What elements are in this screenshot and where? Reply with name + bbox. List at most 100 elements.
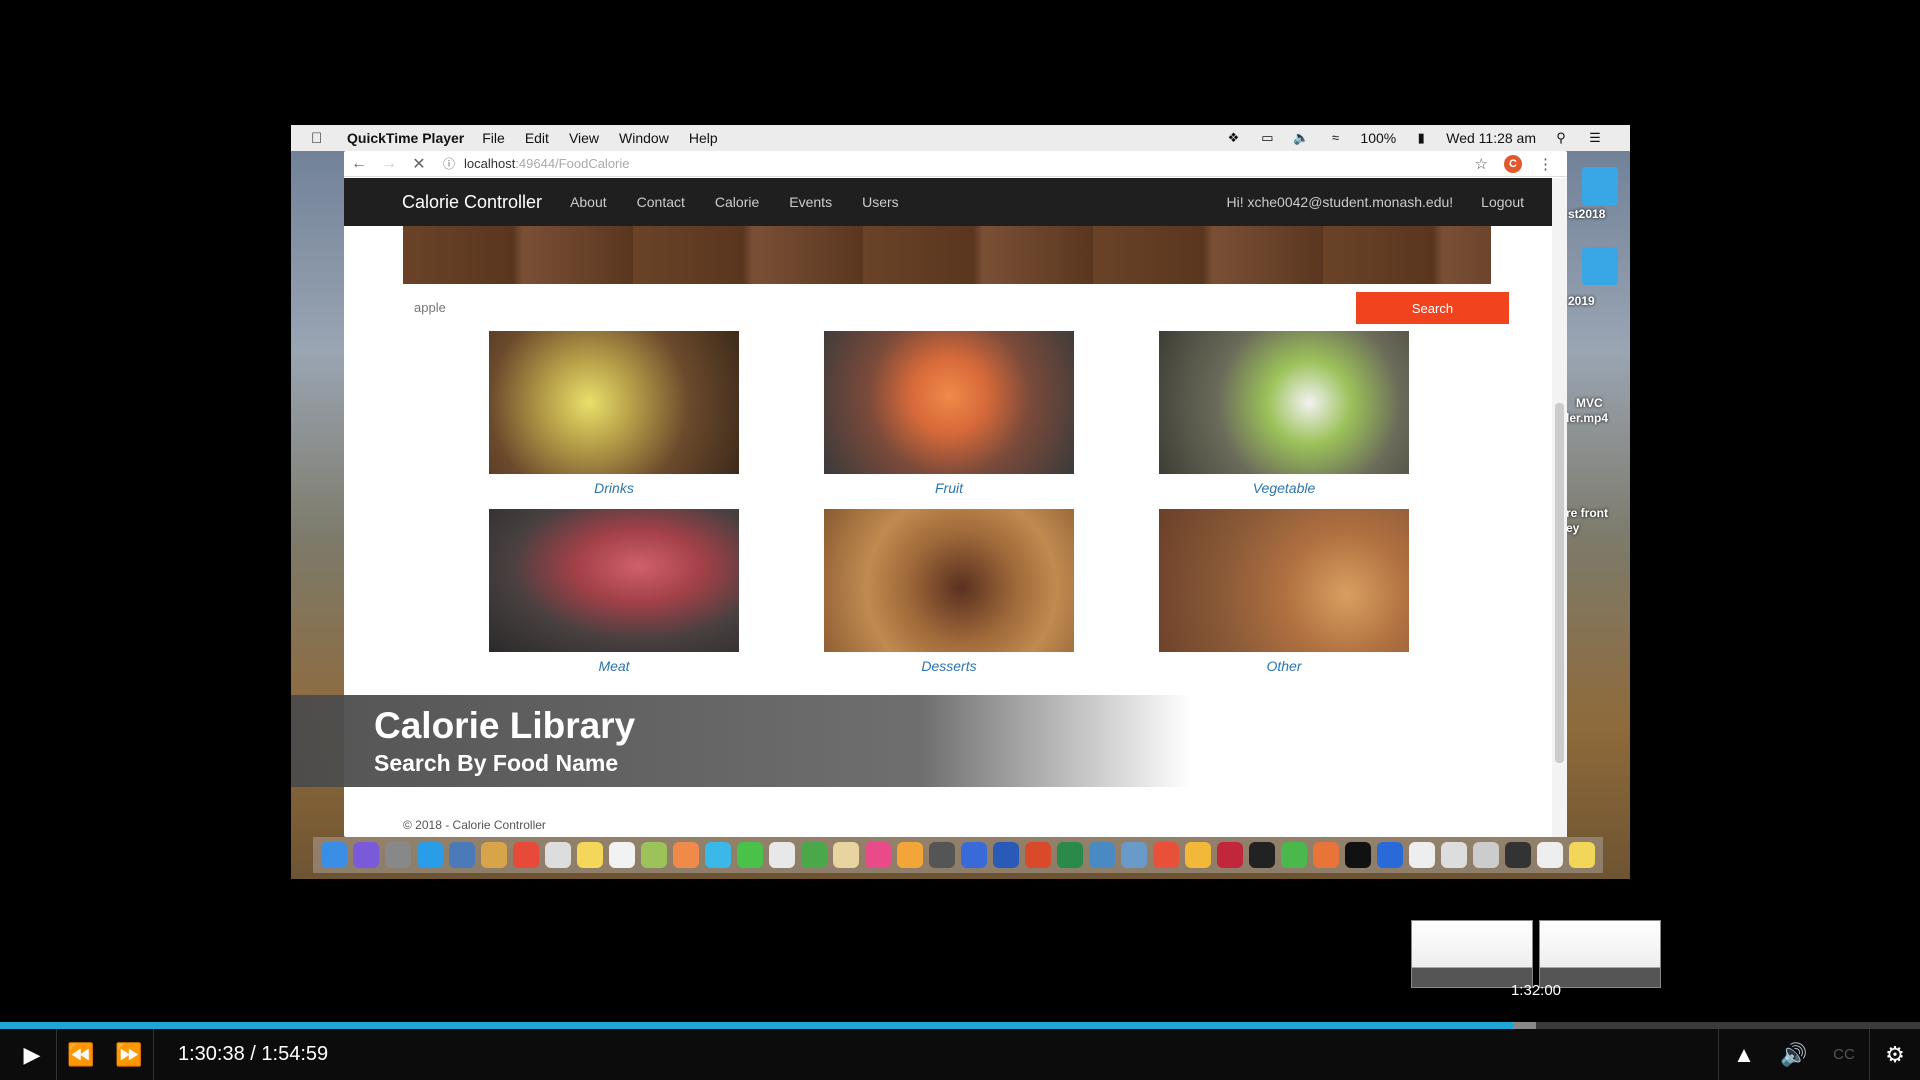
folder-icon[interactable] <box>1582 247 1618 285</box>
vegetable-image[interactable] <box>1159 331 1409 474</box>
dock-app-icon[interactable] <box>769 842 795 868</box>
play-icon[interactable]: ▶ <box>8 1042 56 1068</box>
category-label[interactable]: Drinks <box>489 480 739 496</box>
app-name[interactable]: QuickTime Player <box>347 130 464 146</box>
stop-icon[interactable]: ✕ <box>404 154 434 174</box>
page-scrollbar[interactable] <box>1552 178 1567 837</box>
dock-app-icon[interactable] <box>1153 842 1179 868</box>
menu-help[interactable]: Help <box>689 130 718 146</box>
dock-app-icon[interactable] <box>1473 842 1499 868</box>
dock-app-icon[interactable] <box>449 842 475 868</box>
volume-icon[interactable]: 🔊 <box>1769 1042 1819 1068</box>
back-icon[interactable]: ← <box>344 155 374 173</box>
dock-app-icon[interactable] <box>1089 842 1115 868</box>
dock-app-icon[interactable] <box>1377 842 1403 868</box>
menu-view[interactable]: View <box>569 130 599 146</box>
search-button[interactable]: Search <box>1356 292 1509 324</box>
menubar-clock[interactable]: Wed 11:28 am <box>1446 130 1536 146</box>
bookmark-star-icon[interactable]: ☆ <box>1475 155 1488 173</box>
nav-contact[interactable]: Contact <box>637 194 685 210</box>
dock-app-icon[interactable] <box>833 842 859 868</box>
dock-app-icon[interactable] <box>1313 842 1339 868</box>
dock-app-icon[interactable] <box>673 842 699 868</box>
dock-app-icon[interactable] <box>865 842 891 868</box>
dock-app-icon[interactable] <box>609 842 635 868</box>
settings-gear-icon[interactable]: ⚙ <box>1870 1042 1920 1068</box>
airplay-icon[interactable]: ▭ <box>1258 131 1276 145</box>
wifi-icon[interactable]: ≈ <box>1326 131 1344 145</box>
dock-app-icon[interactable] <box>705 842 731 868</box>
category-label[interactable]: Meat <box>489 658 739 674</box>
fruit-image[interactable] <box>824 331 1074 474</box>
menu-window[interactable]: Window <box>619 130 669 146</box>
dock-app-icon[interactable] <box>417 842 443 868</box>
rewind-icon[interactable]: ⏪ <box>57 1042 105 1068</box>
dock-app-icon[interactable] <box>1025 842 1051 868</box>
dock-app-icon[interactable] <box>577 842 603 868</box>
dock-app-icon[interactable] <box>513 842 539 868</box>
dock-app-icon[interactable] <box>993 842 1019 868</box>
food-search-input[interactable] <box>404 295 784 319</box>
dock-app-icon[interactable] <box>897 842 923 868</box>
dock-app-icon[interactable] <box>1281 842 1307 868</box>
dock-app-icon[interactable] <box>1057 842 1083 868</box>
folder-icon[interactable] <box>1582 167 1618 205</box>
dock-app-icon[interactable] <box>929 842 955 868</box>
browser-menu-icon[interactable]: ⋮ <box>1538 155 1553 173</box>
dock-app-icon[interactable] <box>1409 842 1435 868</box>
spotlight-search-icon[interactable]: ⚲ <box>1552 131 1570 145</box>
dock-app-icon[interactable] <box>737 842 763 868</box>
category-vegetable[interactable]: Vegetable <box>1159 331 1409 496</box>
fast-forward-icon[interactable]: ⏩ <box>105 1042 153 1068</box>
info-icon[interactable]: ⓘ <box>434 155 464 172</box>
desserts-image[interactable] <box>824 509 1074 652</box>
dock-app-icon[interactable] <box>353 842 379 868</box>
category-fruit[interactable]: Fruit <box>824 331 1074 496</box>
nav-users[interactable]: Users <box>862 194 899 210</box>
dropbox-icon[interactable]: ❖ <box>1224 131 1242 145</box>
captions-button[interactable]: CC <box>1819 1046 1869 1063</box>
other-image[interactable] <box>1159 509 1409 652</box>
category-label[interactable]: Vegetable <box>1159 480 1409 496</box>
dock-app-icon[interactable] <box>1505 842 1531 868</box>
dock-app-icon[interactable] <box>481 842 507 868</box>
dock-app-icon[interactable] <box>1185 842 1211 868</box>
nav-calorie[interactable]: Calorie <box>715 194 759 210</box>
dock-app-icon[interactable] <box>641 842 667 868</box>
dock-app-icon[interactable] <box>1121 842 1147 868</box>
dock-app-icon[interactable] <box>1441 842 1467 868</box>
volume-icon[interactable]: 🔈 <box>1292 131 1310 145</box>
site-brand[interactable]: Calorie Controller <box>402 192 542 213</box>
category-desserts[interactable]: Desserts <box>824 509 1074 674</box>
category-label[interactable]: Other <box>1159 658 1409 674</box>
dock-app-icon[interactable] <box>961 842 987 868</box>
dock-app-icon[interactable] <box>801 842 827 868</box>
nav-events[interactable]: Events <box>789 194 832 210</box>
menu-file[interactable]: File <box>482 130 505 146</box>
user-greeting[interactable]: Hi! xche0042@student.monash.edu! <box>1226 194 1453 210</box>
dock-app-icon[interactable] <box>1249 842 1275 868</box>
menu-edit[interactable]: Edit <box>525 130 549 146</box>
logout-link[interactable]: Logout <box>1481 194 1524 210</box>
dock-app-icon[interactable] <box>321 842 347 868</box>
category-label[interactable]: Desserts <box>824 658 1074 674</box>
notification-center-icon[interactable]: ☰ <box>1586 131 1604 145</box>
dock-app-icon[interactable] <box>1537 842 1563 868</box>
apple-icon[interactable]:  <box>311 130 333 147</box>
category-drinks[interactable]: Drinks <box>489 331 739 496</box>
category-label[interactable]: Fruit <box>824 480 1074 496</box>
drinks-image[interactable] <box>489 331 739 474</box>
category-meat[interactable]: Meat <box>489 509 739 674</box>
video-frame[interactable]:  QuickTime Player File Edit View Window… <box>291 125 1630 879</box>
meat-image[interactable] <box>489 509 739 652</box>
dock-app-icon[interactable] <box>385 842 411 868</box>
url-field[interactable]: localhost:49644/FoodCalorie <box>464 156 630 171</box>
category-other[interactable]: Other <box>1159 509 1409 674</box>
nav-about[interactable]: About <box>570 194 607 210</box>
forward-icon[interactable]: → <box>374 155 404 173</box>
profile-avatar[interactable]: C <box>1504 154 1522 173</box>
airplay-icon[interactable]: ▲ <box>1719 1042 1769 1068</box>
progress-track[interactable] <box>0 1022 1920 1029</box>
dock-app-icon[interactable] <box>1217 842 1243 868</box>
dock-app-icon[interactable] <box>1345 842 1371 868</box>
